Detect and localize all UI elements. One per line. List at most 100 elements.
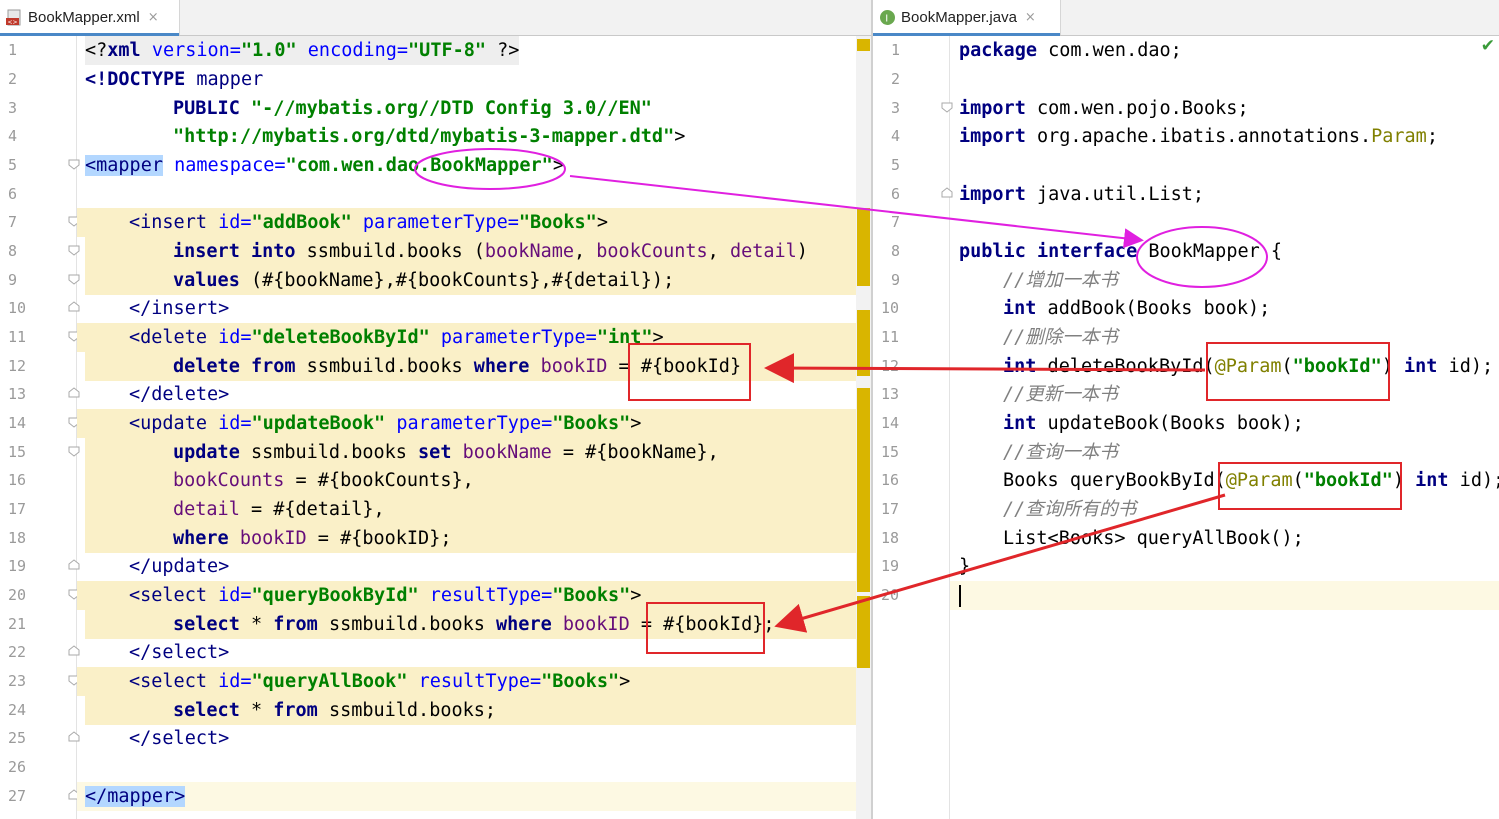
close-icon[interactable]: × xyxy=(1025,10,1036,25)
line-number: 6 xyxy=(891,185,901,203)
line-number: 16 xyxy=(8,471,27,489)
code-line: import org.apache.ibatis.annotations.Par… xyxy=(959,126,1438,147)
code-line: </update> xyxy=(129,556,230,577)
line-number: 27 xyxy=(8,787,27,805)
line-number: 9 xyxy=(891,271,901,289)
java-interface-icon: I xyxy=(879,9,896,26)
java-tab-bar: I BookMapper.java × xyxy=(873,0,1499,36)
line-number-gutter[interactable]: 1 2 3 4 5 6 7 8 9 10 11 12 13 14 15 16 1… xyxy=(873,36,953,819)
line-number: 5 xyxy=(8,156,18,174)
code-line: </select> xyxy=(129,728,230,749)
code-line: List<Books> queryAllBook(); xyxy=(1003,528,1304,549)
svg-text:I: I xyxy=(885,14,888,25)
line-number: 7 xyxy=(8,213,18,231)
line-number: 15 xyxy=(8,443,27,461)
line-number: 8 xyxy=(8,242,18,260)
change-marker[interactable] xyxy=(857,388,870,542)
line-number: 16 xyxy=(881,471,900,489)
tab-bookmapper-java[interactable]: I BookMapper.java × xyxy=(873,0,1061,36)
change-marker[interactable] xyxy=(857,540,870,592)
line-number: 14 xyxy=(8,414,27,432)
tab-label: BookMapper.xml xyxy=(28,9,140,26)
line-number: 13 xyxy=(8,385,27,403)
tab-label: BookMapper.java xyxy=(901,9,1017,26)
code-line: import com.wen.pojo.Books; xyxy=(959,98,1249,119)
code-line: select * from ssmbuild.books where bookI… xyxy=(85,610,872,639)
line-number: 17 xyxy=(881,500,900,518)
warning-marker[interactable] xyxy=(857,39,870,51)
code-line: <select id="queryAllBook" resultType="Bo… xyxy=(77,667,872,696)
code-line: Books queryBookById(@Param("bookId") int… xyxy=(1003,470,1499,491)
line-number: 17 xyxy=(8,500,27,518)
code-line: </select> xyxy=(129,642,230,663)
line-number: 22 xyxy=(8,643,27,661)
code-line: <mapper namespace="com.wen.dao.BookMappe… xyxy=(85,155,564,176)
code-line: PUBLIC "-//mybatis.org//DTD Config 3.0//… xyxy=(173,98,652,119)
line-number: 2 xyxy=(891,70,901,88)
line-number: 15 xyxy=(881,443,900,461)
change-marker[interactable] xyxy=(857,310,870,376)
xml-tab-bar: <> BookMapper.xml × xyxy=(0,0,872,36)
code-line: values (#{bookName},#{bookCounts},#{deta… xyxy=(85,266,872,295)
line-number: 26 xyxy=(8,758,27,776)
tab-bookmapper-xml[interactable]: <> BookMapper.xml × xyxy=(0,0,180,36)
text-caret xyxy=(959,585,961,607)
code-line: //删除一本书 xyxy=(1003,327,1118,348)
code-line: update ssmbuild.books set bookName = #{b… xyxy=(85,438,872,467)
line-number: 18 xyxy=(881,529,900,547)
code-line: </delete> xyxy=(129,384,230,405)
line-number: 1 xyxy=(891,41,901,59)
line-number-gutter[interactable]: 1 2 3 4 5 6 7 8 9 10 11 12 13 14 15 16 1… xyxy=(0,36,80,819)
line-number: 3 xyxy=(8,99,18,117)
line-number: 14 xyxy=(881,414,900,432)
code-line: //更新一本书 xyxy=(1003,384,1118,405)
code-line: delete from ssmbuild.books where bookID … xyxy=(85,352,872,381)
code-line: //查询所有的书 xyxy=(1003,499,1137,520)
close-icon[interactable]: × xyxy=(148,10,159,25)
xml-code-area[interactable]: <?xml version="1.0" encoding="UTF-8" ?> … xyxy=(77,36,872,819)
code-line: "http://mybatis.org/dtd/mybatis-3-mapper… xyxy=(173,126,686,147)
xml-editor-pane[interactable]: <> BookMapper.xml × 1 2 3 4 5 6 7 8 9 10… xyxy=(0,0,872,819)
code-line: import java.util.List; xyxy=(959,184,1205,205)
line-number: 4 xyxy=(891,127,901,145)
code-line: detail = #{detail}, xyxy=(85,495,872,524)
change-marker[interactable] xyxy=(857,596,870,668)
line-number: 6 xyxy=(8,185,18,203)
code-line: package com.wen.dao; xyxy=(959,40,1182,61)
code-line: } xyxy=(959,556,971,577)
change-marker[interactable] xyxy=(857,208,870,286)
line-number: 3 xyxy=(891,99,901,117)
line-number: 10 xyxy=(8,299,27,317)
line-number: 20 xyxy=(881,586,900,604)
line-number: 7 xyxy=(891,213,901,231)
line-number: 21 xyxy=(8,615,27,633)
current-line[interactable] xyxy=(950,581,1499,610)
code-line: int addBook(Books book); xyxy=(1003,298,1271,319)
code-line: //增加一本书 xyxy=(1003,270,1118,291)
code-line: </mapper> xyxy=(77,782,872,811)
code-line: where bookID = #{bookID}; xyxy=(85,524,872,553)
code-line: insert into ssmbuild.books (bookName, bo… xyxy=(85,237,872,266)
svg-text:<>: <> xyxy=(8,19,18,26)
java-editor-pane[interactable]: I BookMapper.java × 1 2 3 4 5 6 7 8 9 10… xyxy=(873,0,1499,819)
xml-file-icon: <> xyxy=(6,9,23,26)
code-line: select * from ssmbuild.books; xyxy=(85,696,872,725)
code-line: <?xml version="1.0" encoding="UTF-8" ?> xyxy=(77,36,872,65)
line-number: 8 xyxy=(891,242,901,260)
code-line: </insert> xyxy=(129,298,230,319)
code-line: bookCounts = #{bookCounts}, xyxy=(85,466,872,495)
line-number: 10 xyxy=(881,299,900,317)
code-line: <update id="updateBook" parameterType="B… xyxy=(77,409,872,438)
line-number: 19 xyxy=(881,557,900,575)
code-line: <select id="queryBookById" resultType="B… xyxy=(77,581,872,610)
line-number: 2 xyxy=(8,70,18,88)
line-number: 4 xyxy=(8,127,18,145)
java-code-area[interactable]: package com.wen.dao; import com.wen.pojo… xyxy=(950,36,1499,819)
code-line: int updateBook(Books book); xyxy=(1003,413,1304,434)
line-number: 5 xyxy=(891,156,901,174)
line-number: 1 xyxy=(8,41,18,59)
line-number: 13 xyxy=(881,385,900,403)
checkmark-icon: ✔ xyxy=(1480,36,1495,56)
line-number: 12 xyxy=(8,357,27,375)
code-line: public interface BookMapper { xyxy=(959,241,1283,262)
